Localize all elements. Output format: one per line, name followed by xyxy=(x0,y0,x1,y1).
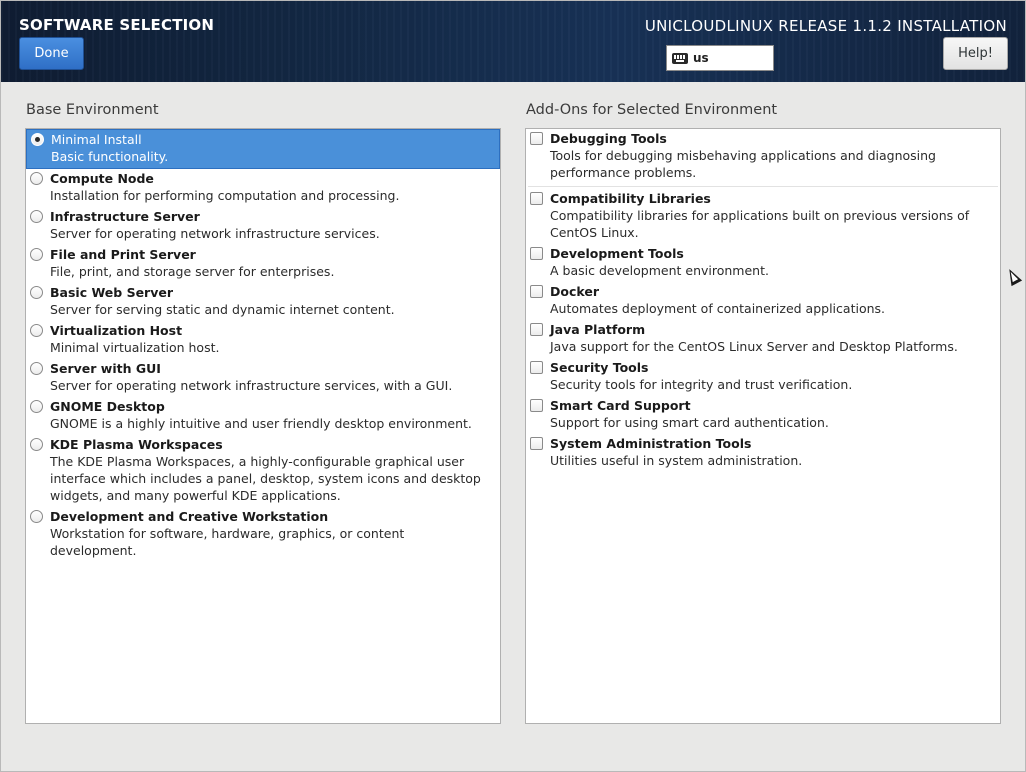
radio-button[interactable] xyxy=(30,172,43,185)
base-env-item-infrastructure-server[interactable]: Infrastructure Server Server for operati… xyxy=(26,207,500,245)
addon-desc: Compatibility libraries for applications… xyxy=(550,208,970,240)
radio-button[interactable] xyxy=(30,438,43,451)
checkbox[interactable] xyxy=(530,247,543,260)
base-env-item-compute-node[interactable]: Compute Node Installation for performing… xyxy=(26,169,500,207)
base-env-desc: Basic functionality. xyxy=(51,149,169,164)
addon-item-system-administration-tools[interactable]: System Administration Tools Utilities us… xyxy=(526,434,1000,472)
base-env-title: Compute Node xyxy=(50,171,154,186)
addon-item-smart-card-support[interactable]: Smart Card Support Support for using sma… xyxy=(526,396,1000,434)
installation-title: UNICLOUDLINUX RELEASE 1.1.2 INSTALLATION xyxy=(644,17,1007,35)
base-env-item-file-print-server[interactable]: File and Print Server File, print, and s… xyxy=(26,245,500,283)
addon-title: Security Tools xyxy=(550,360,649,375)
addon-title: Smart Card Support xyxy=(550,398,691,413)
keyboard-layout-label: us xyxy=(693,51,709,65)
base-env-title: Basic Web Server xyxy=(50,285,174,300)
addon-title: Compatibility Libraries xyxy=(550,191,711,206)
base-env-item-basic-web-server[interactable]: Basic Web Server Server for serving stat… xyxy=(26,283,500,321)
base-env-item-kde-plasma-workspaces[interactable]: KDE Plasma Workspaces The KDE Plasma Wor… xyxy=(26,435,500,507)
mouse-pointer-icon xyxy=(1004,266,1023,287)
addon-item-debugging-tools[interactable]: Debugging Tools Tools for debugging misb… xyxy=(526,129,1000,186)
radio-button[interactable] xyxy=(30,286,43,299)
header-bar: SOFTWARE SELECTION Done UNICLOUDLINUX RE… xyxy=(1,1,1025,82)
base-env-desc: Workstation for software, hardware, grap… xyxy=(50,526,405,558)
base-env-desc: The KDE Plasma Workspaces, a highly-conf… xyxy=(50,454,481,503)
radio-button[interactable] xyxy=(30,210,43,223)
addon-item-compatibility-libraries[interactable]: Compatibility Libraries Compatibility li… xyxy=(526,187,1000,244)
spoke-title: SOFTWARE SELECTION xyxy=(19,16,215,34)
base-env-item-server-with-gui[interactable]: Server with GUI Server for operating net… xyxy=(26,359,500,397)
base-env-desc: Server for operating network infrastruct… xyxy=(50,378,453,393)
radio-button[interactable] xyxy=(30,324,43,337)
addon-desc: A basic development environment. xyxy=(550,263,769,278)
base-env-desc: Installation for performing computation … xyxy=(50,188,400,203)
base-env-desc: Server for operating network infrastruct… xyxy=(50,226,380,241)
base-env-title: GNOME Desktop xyxy=(50,399,165,414)
addon-title: Development Tools xyxy=(550,246,684,261)
radio-button[interactable] xyxy=(30,510,43,523)
help-button[interactable]: Help! xyxy=(943,37,1008,70)
addons-heading: Add-Ons for Selected Environment xyxy=(526,102,778,118)
radio-button-checked[interactable] xyxy=(31,133,44,146)
checkbox[interactable] xyxy=(530,323,543,336)
base-env-title: Infrastructure Server xyxy=(50,209,200,224)
base-environment-heading: Base Environment xyxy=(26,102,159,118)
addon-desc: Support for using smart card authenticat… xyxy=(550,415,829,430)
base-env-desc: GNOME is a highly intuitive and user fri… xyxy=(50,416,472,431)
addon-desc: Security tools for integrity and trust v… xyxy=(550,377,853,392)
checkbox[interactable] xyxy=(530,192,543,205)
base-env-item-gnome-desktop[interactable]: GNOME Desktop GNOME is a highly intuitiv… xyxy=(26,397,500,435)
addons-list: Debugging Tools Tools for debugging misb… xyxy=(525,128,1001,724)
checkbox[interactable] xyxy=(530,285,543,298)
base-environment-list: Minimal Install Basic functionality. Com… xyxy=(25,128,501,724)
base-env-desc: Server for serving static and dynamic in… xyxy=(50,302,395,317)
base-env-title: Virtualization Host xyxy=(50,323,183,338)
addon-title: Debugging Tools xyxy=(550,131,667,146)
radio-button[interactable] xyxy=(30,248,43,261)
base-env-desc: Minimal virtualization host. xyxy=(50,340,220,355)
checkbox[interactable] xyxy=(530,437,543,450)
checkbox[interactable] xyxy=(530,361,543,374)
addon-item-security-tools[interactable]: Security Tools Security tools for integr… xyxy=(526,358,1000,396)
addon-item-java-platform[interactable]: Java Platform Java support for the CentO… xyxy=(526,320,1000,358)
base-env-title: File and Print Server xyxy=(50,247,196,262)
keyboard-layout-indicator[interactable]: us xyxy=(666,45,774,71)
addon-title: System Administration Tools xyxy=(550,436,752,451)
keyboard-icon xyxy=(672,52,688,64)
base-env-title: Development and Creative Workstation xyxy=(50,509,329,524)
addon-desc: Automates deployment of containerized ap… xyxy=(550,301,885,316)
addon-item-development-tools[interactable]: Development Tools A basic development en… xyxy=(526,244,1000,282)
addon-title: Java Platform xyxy=(550,322,646,337)
base-env-item-minimal-install[interactable]: Minimal Install Basic functionality. xyxy=(26,129,500,169)
base-env-item-dev-creative-workstation[interactable]: Development and Creative Workstation Wor… xyxy=(26,507,500,562)
checkbox[interactable] xyxy=(530,399,543,412)
checkbox[interactable] xyxy=(530,132,543,145)
radio-button[interactable] xyxy=(30,362,43,375)
base-env-title: KDE Plasma Workspaces xyxy=(50,437,223,452)
radio-button[interactable] xyxy=(30,400,43,413)
base-env-item-virtualization-host[interactable]: Virtualization Host Minimal virtualizati… xyxy=(26,321,500,359)
addon-item-docker[interactable]: Docker Automates deployment of container… xyxy=(526,282,1000,320)
done-button[interactable]: Done xyxy=(19,37,84,70)
addon-title: Docker xyxy=(550,284,599,299)
addon-desc: Tools for debugging misbehaving applicat… xyxy=(550,148,936,180)
addon-desc: Utilities useful in system administratio… xyxy=(550,453,803,468)
addon-desc: Java support for the CentOS Linux Server… xyxy=(550,339,958,354)
base-env-desc: File, print, and storage server for ente… xyxy=(50,264,335,279)
base-env-title: Minimal Install xyxy=(51,132,142,147)
base-env-title: Server with GUI xyxy=(50,361,161,376)
